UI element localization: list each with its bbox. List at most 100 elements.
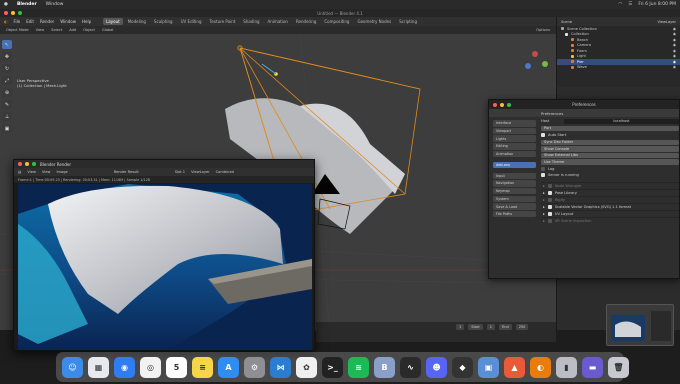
preview-icon[interactable]: ▣ bbox=[478, 356, 499, 378]
settings-icon[interactable]: ⚙ bbox=[244, 356, 265, 378]
menu-object[interactable]: Object bbox=[83, 28, 95, 32]
workspace-tab-animation[interactable]: Animation bbox=[265, 18, 291, 25]
workspace-tab-texture-paint[interactable]: Texture Paint bbox=[206, 18, 238, 25]
addon-panel[interactable]: ▸ Node Wrangler bbox=[541, 181, 679, 189]
render-menu-image[interactable]: Image bbox=[56, 170, 67, 174]
clock[interactable]: Fri 6 Jun 8:00 PM bbox=[638, 2, 676, 7]
expand-arrow-icon[interactable]: ▸ bbox=[543, 219, 545, 223]
render-result-dropdown[interactable]: Render Result bbox=[114, 170, 139, 174]
menu-select[interactable]: Select bbox=[51, 28, 62, 32]
workspace-tab-rendering[interactable]: Rendering bbox=[293, 18, 319, 25]
expand-arrow-icon[interactable]: ▸ bbox=[543, 184, 545, 188]
port-field[interactable]: Port bbox=[541, 125, 679, 131]
pref-category-input[interactable]: Input bbox=[493, 172, 536, 179]
render-minimize-button[interactable] bbox=[25, 162, 29, 166]
safari-icon[interactable]: ◉ bbox=[114, 356, 135, 378]
blender-logo-icon[interactable]: ◐ bbox=[4, 19, 8, 24]
measure-icon[interactable]: ⟂ bbox=[2, 112, 12, 121]
workspace-tab-scripting[interactable]: Scripting bbox=[396, 18, 420, 25]
render-view-layer-dropdown[interactable]: ViewLayer bbox=[191, 170, 210, 174]
annotate-icon[interactable]: ✎ bbox=[2, 100, 12, 109]
timeline[interactable]: 1 Start 1 End 250 bbox=[316, 322, 556, 342]
app-store-icon[interactable]: A bbox=[218, 356, 239, 378]
add-cube-icon[interactable]: ▣ bbox=[2, 124, 12, 133]
auto-start-checkbox[interactable] bbox=[541, 133, 545, 138]
expand-arrow-icon[interactable]: ▸ bbox=[543, 198, 545, 202]
sync-dev-folder-button[interactable]: Sync Dev Folder bbox=[541, 139, 679, 145]
visibility-toggle-icon[interactable]: ◉ bbox=[673, 27, 676, 31]
control-center-icon[interactable]: ☰ bbox=[628, 2, 632, 7]
visibility-toggle-icon[interactable]: ◉ bbox=[673, 54, 676, 58]
minimize-window-button[interactable] bbox=[11, 11, 15, 15]
close-window-button[interactable] bbox=[4, 11, 8, 15]
image-editor-type-icon[interactable]: ▤ bbox=[18, 170, 21, 174]
addon-enable-checkbox[interactable] bbox=[547, 218, 552, 223]
pref-category-interface[interactable]: Interface bbox=[493, 120, 536, 127]
finder-icon[interactable]: ☺ bbox=[62, 356, 83, 378]
zoom-window-button[interactable] bbox=[18, 11, 22, 15]
terminal-icon[interactable]: >_ bbox=[322, 356, 343, 378]
prefs-zoom-button[interactable] bbox=[507, 102, 511, 107]
pref-category-save-load[interactable]: Save & Load bbox=[493, 203, 536, 210]
host-field[interactable]: localhost bbox=[564, 118, 679, 124]
pref-category-system[interactable]: System bbox=[493, 195, 536, 203]
transform-icon[interactable]: ⊕ bbox=[2, 88, 12, 97]
workspace-tab-uv-editing[interactable]: UV Editing bbox=[178, 18, 205, 25]
prefs-close-button[interactable] bbox=[493, 102, 497, 107]
addon-enable-checkbox[interactable] bbox=[547, 204, 552, 209]
pref-category-lights[interactable]: Lights bbox=[493, 135, 536, 142]
view-layer-dropdown[interactable]: ViewLayer bbox=[657, 20, 676, 24]
pref-category-animation[interactable]: Animation bbox=[493, 150, 536, 158]
show-console-button[interactable]: Show Console bbox=[541, 146, 679, 152]
workspace-tab-compositing[interactable]: Compositing bbox=[321, 18, 352, 25]
slot-dropdown[interactable]: Slot 1 bbox=[175, 170, 185, 174]
pref-category-file-paths[interactable]: File Paths bbox=[493, 210, 536, 218]
use-theme-button[interactable]: Use Theme bbox=[541, 159, 679, 165]
calendar-icon[interactable]: 5 bbox=[166, 356, 187, 378]
menu-add[interactable]: Add bbox=[69, 28, 76, 32]
addon-enable-checkbox[interactable] bbox=[547, 190, 552, 195]
spotify-icon[interactable]: ≋ bbox=[348, 356, 369, 378]
wifi-icon[interactable]: ◠ bbox=[618, 2, 622, 7]
workspace-tab-shading[interactable]: Shading bbox=[240, 18, 262, 25]
activity-icon[interactable]: ∿ bbox=[400, 356, 421, 378]
render-close-button[interactable] bbox=[18, 162, 22, 166]
notes-icon[interactable]: ≡ bbox=[192, 356, 213, 378]
apple-icon[interactable]: ● bbox=[4, 2, 8, 7]
cursor-icon[interactable]: ↖ bbox=[2, 40, 12, 49]
downloads-icon[interactable]: ▬ bbox=[582, 356, 603, 378]
mode-dropdown[interactable]: Object Mode bbox=[6, 28, 29, 32]
mockup-icon[interactable]: ▲ bbox=[504, 356, 525, 378]
render-pass-dropdown[interactable]: Combined bbox=[216, 170, 234, 174]
visibility-toggle-icon[interactable]: ◉ bbox=[673, 38, 676, 42]
pref-category-viewport[interactable]: Viewport bbox=[493, 127, 536, 135]
menu-file[interactable]: File bbox=[14, 19, 21, 24]
expand-arrow-icon[interactable]: ▸ bbox=[543, 205, 545, 209]
workspace-tab-modeling[interactable]: Modeling bbox=[125, 18, 149, 25]
prefs-minimize-button[interactable] bbox=[500, 102, 504, 107]
expand-arrow-icon[interactable]: ▸ bbox=[543, 191, 545, 195]
outliner-row[interactable]: Wave ◉ bbox=[557, 65, 680, 71]
server-status-checkbox[interactable] bbox=[541, 173, 545, 178]
pref-category-add-ons[interactable]: Add-ons bbox=[493, 161, 536, 169]
menu-view[interactable]: View bbox=[36, 28, 45, 32]
pref-category-navigation[interactable]: Navigation bbox=[493, 180, 536, 187]
render-zoom-button[interactable] bbox=[32, 162, 36, 166]
visibility-toggle-icon[interactable]: ◉ bbox=[673, 49, 676, 53]
workspace-tab-layout[interactable]: Layout bbox=[103, 18, 123, 25]
visibility-toggle-icon[interactable]: ◉ bbox=[673, 65, 676, 69]
pref-category-keymap[interactable]: Keymap bbox=[493, 187, 536, 195]
addon-panel[interactable]: ▸ UV Layout bbox=[541, 209, 679, 217]
workspace-tab-geometry-nodes[interactable]: Geometry Nodes bbox=[354, 18, 394, 25]
unity-icon[interactable]: ◆ bbox=[452, 356, 473, 378]
trash-icon[interactable]: 🗑 bbox=[608, 356, 629, 378]
visibility-toggle-icon[interactable]: ◉ bbox=[673, 43, 676, 47]
render-menu-view[interactable]: View bbox=[27, 170, 36, 174]
start-frame-field[interactable]: 1 bbox=[486, 324, 496, 330]
app-menu[interactable]: Blender bbox=[17, 2, 37, 7]
launchpad-icon[interactable]: ▦ bbox=[88, 356, 109, 378]
pref-category-editing[interactable]: Editing bbox=[493, 143, 536, 150]
current-frame-field[interactable]: 1 bbox=[456, 324, 465, 330]
chrome-icon[interactable]: ◎ bbox=[140, 356, 161, 378]
addon-enable-checkbox[interactable] bbox=[547, 197, 552, 202]
